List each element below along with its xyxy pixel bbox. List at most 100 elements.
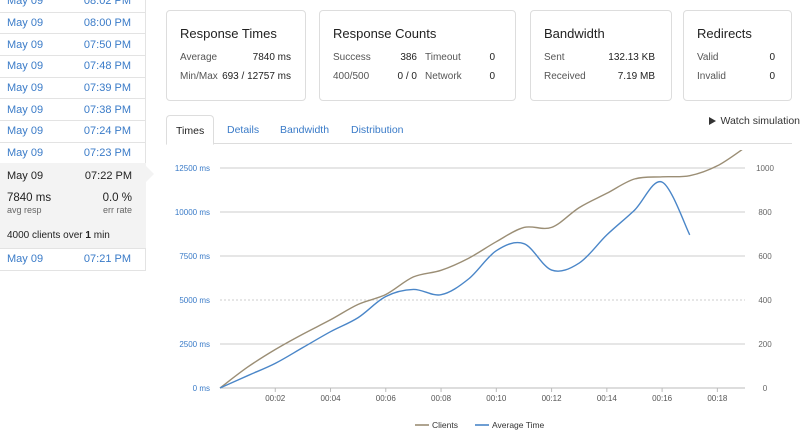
test-run-date: May 09 [7,103,44,116]
test-run-item[interactable]: May 09 07:23 PM [0,142,146,165]
test-run-time: 07:38 PM [83,103,131,116]
network-value: 0 [489,71,495,82]
y-right-tick-label: 600 [758,252,772,261]
play-icon [709,117,717,125]
bandwidth-title: Bandwidth [544,26,605,41]
x-tick-label: 00:08 [431,394,452,403]
x-tick-label: 00:14 [597,394,618,403]
y-left-tick-label: 7500 ms [179,252,210,261]
test-run-date: May 09 [7,147,44,160]
valid-value: 0 [769,52,775,63]
test-run-date: May 09 [7,38,44,51]
response-times-title: Response Times [180,26,277,41]
err-rate-label: err rate [102,205,132,215]
test-run-date: May 09 [7,125,44,138]
valid-label: Valid [697,52,719,63]
x-tick-label: 00:02 [265,394,286,403]
success-label: Success [333,52,371,63]
watch-simulation-link[interactable]: Watch simulation [709,115,800,127]
test-run-date: May 09 [7,0,44,8]
test-run-time: 07:24 PM [83,125,131,138]
response-counts-title: Response Counts [333,26,437,41]
test-run-time: 07:39 PM [83,82,131,95]
x-tick-label: 00:04 [321,394,342,403]
test-run-time: 07:21 PM [83,253,131,266]
chart-tabs: Times Details Bandwidth Distribution [166,115,792,145]
y-right-tick-label: 0 [763,384,768,393]
y-right-tick-label: 800 [758,208,772,217]
test-run-date: May 09 [7,82,44,95]
test-run-item[interactable]: May 09 07:21 PM [0,249,146,271]
average-label: Average [180,52,218,63]
success-value: 386 [400,52,417,63]
test-run-item[interactable]: May 09 07:50 PM [0,34,146,57]
test-run-item[interactable]: May 09 07:38 PM [0,99,146,122]
test-run-time: 07:50 PM [83,38,131,51]
err-rate-value: 0.0 % [102,192,132,204]
invalid-label: Invalid [697,71,726,82]
received-value: 7.19 MB [617,71,655,82]
test-run-item[interactable]: May 09 08:00 PM [0,12,146,35]
redirects-card: Redirects Valid 0 Invalid 0 [683,10,792,101]
redirects-title: Redirects [697,26,752,41]
x-tick-label: 00:16 [652,394,673,403]
test-run-time: 07:48 PM [83,60,131,73]
network-label: Network [425,71,462,82]
test-run-time: 07:23 PM [83,147,131,160]
test-run-item[interactable]: May 09 07:24 PM [0,121,146,143]
test-run-time: 08:02 PM [83,0,131,8]
received-label: Received [544,71,586,82]
tab-bandwidth[interactable]: Bandwidth [280,115,329,145]
errors-value: 0 / 0 [397,71,417,82]
test-run-date: May 09 [7,253,44,266]
y-right-tick-label: 1000 [756,164,774,173]
clients-unit: min [93,230,110,241]
y-left-tick-label: 12500 ms [175,164,210,173]
tab-times[interactable]: Times [166,115,215,145]
response-counts-card: Response Counts Success 386 Timeout 0 40… [319,10,516,101]
selected-run-time: 07:22 PM [84,169,132,182]
test-run-item[interactable]: May 09 07:48 PM [0,56,146,78]
response-times-chart: 0 ms 2500 ms 5000 ms 7500 ms 10000 ms 12500 m… [175,150,774,430]
y-left-tick-label: 5000 ms [179,296,210,305]
test-run-time: 08:00 PM [83,17,131,30]
selected-run[interactable]: May 09 07:22 PM 7840 ms avg resp 0.0 % e… [0,163,154,249]
y-right-tick-label: 200 [758,340,772,349]
legend-label: Clients [432,420,458,430]
test-run-item[interactable]: May 09 07:39 PM [0,77,146,100]
selected-run-date: May 09 [7,169,44,182]
selected-pointer [146,166,154,182]
x-tick-label: 00:12 [542,394,563,403]
test-run-date: May 09 [7,17,44,30]
timeout-label: Timeout [425,52,461,63]
x-tick-label: 00:06 [376,394,397,403]
minmax-value: 693 / 12757 ms [222,71,291,82]
x-tick-label: 00:10 [486,394,507,403]
sent-value: 132.13 KB [608,52,655,63]
y-right-tick-label: 400 [758,296,772,305]
clients-count: 4000 [7,230,30,241]
test-run-item[interactable]: May 09 08:02 PM [0,0,146,13]
tab-distribution[interactable]: Distribution [351,115,404,145]
avg-resp-label: avg resp [7,205,42,215]
avg-resp-value: 7840 ms [7,192,52,204]
clients-duration: 1 [85,230,91,241]
y-left-tick-label: 10000 ms [175,208,210,217]
minmax-label: Min/Max [180,71,218,82]
x-tick-label: 00:18 [707,394,728,403]
errors-label: 400/500 [333,71,370,82]
legend-label: Average Time [492,420,545,430]
sent-label: Sent [544,52,565,63]
timeout-value: 0 [489,52,495,63]
avg-resp-stat: 7840 ms avg resp [7,192,51,215]
bandwidth-card: Bandwidth Sent 132.13 KB Received 7.19 M… [530,10,672,101]
test-run-date: May 09 [7,60,44,73]
y-left-tick-label: 2500 ms [179,340,210,349]
test-run-list: May 09 08:02 PM May 09 08:00 PM May 09 07:50 … [0,0,146,165]
series-line-average-time [219,181,691,389]
response-times-card: Response Times Average 7840 ms Min/Max 6… [166,10,306,101]
clients-mid: clients over [32,230,83,241]
tab-details[interactable]: Details [227,115,259,145]
err-rate-stat: 0.0 % err rate [103,192,132,215]
watch-simulation-label: Watch simulation [720,115,800,127]
